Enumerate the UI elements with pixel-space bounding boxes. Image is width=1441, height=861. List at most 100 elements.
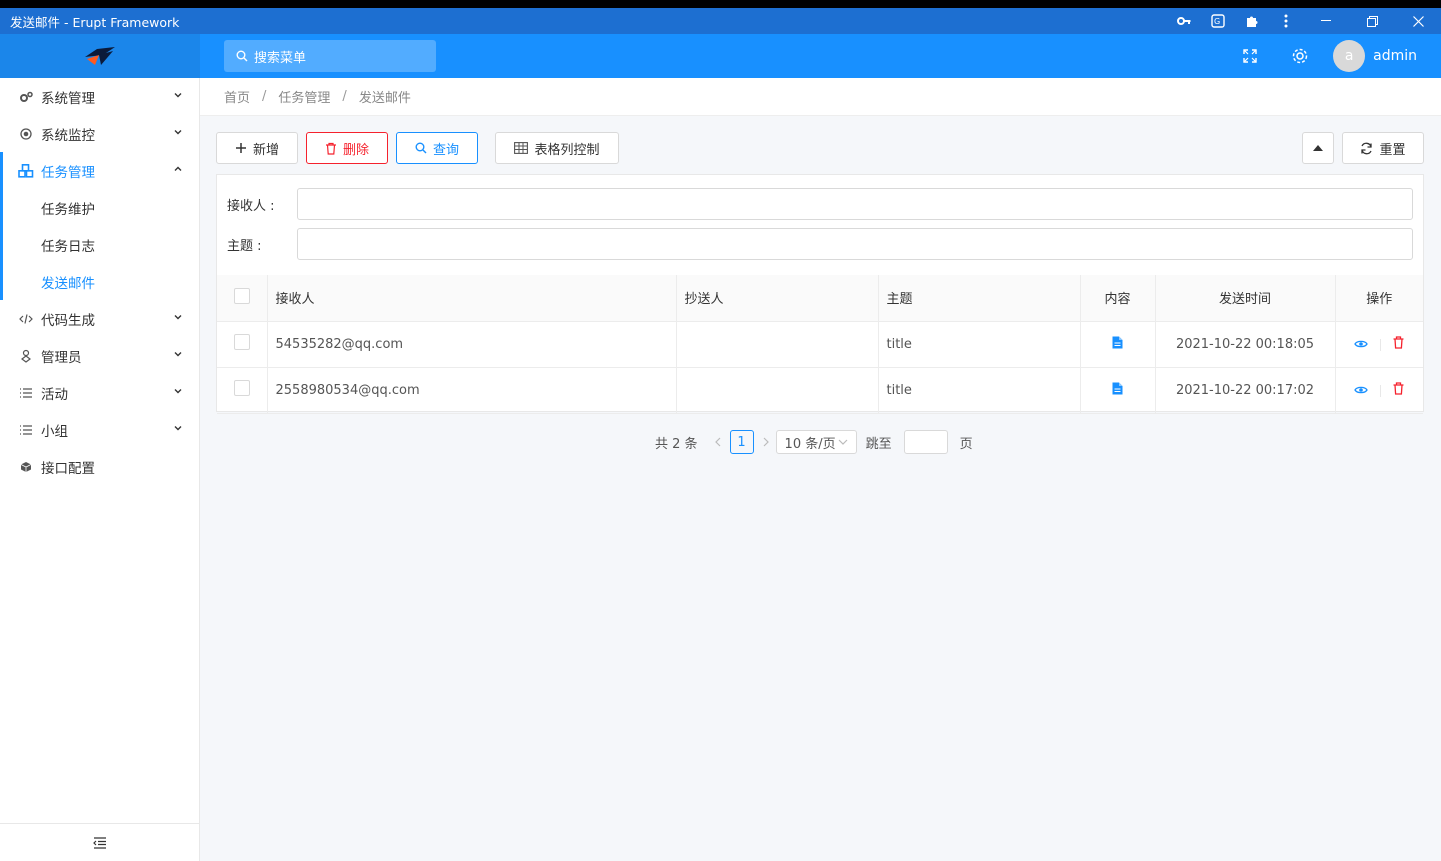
- reset-button[interactable]: 重置: [1342, 132, 1424, 164]
- column-header-content[interactable]: 内容: [1080, 275, 1156, 322]
- file-text-icon[interactable]: [1112, 336, 1123, 349]
- sidebar-item-codegen[interactable]: 代码生成: [0, 300, 199, 337]
- sidebar: 系统管理 系统监控 任务管理 任务维护 任务日志 发送邮件 代码生成 管理员 活…: [0, 78, 200, 861]
- row-select-cell: [217, 321, 268, 368]
- restore-icon[interactable]: [1349, 8, 1395, 34]
- toolbar: 新增 删除 查询 表格列控制 重置: [216, 132, 1424, 164]
- sidebar-item-label: 系统监控: [41, 127, 95, 144]
- username[interactable]: admin: [1373, 48, 1417, 64]
- breadcrumb-tasks[interactable]: 任务管理: [278, 87, 330, 106]
- file-text-icon[interactable]: [1112, 382, 1123, 395]
- column-header-cc[interactable]: 抄送人: [676, 275, 879, 322]
- column-header-send-time[interactable]: 发送时间: [1155, 275, 1336, 322]
- row-checkbox[interactable]: [233, 334, 250, 350]
- cubes-icon: [18, 163, 34, 178]
- trash-icon[interactable]: [1393, 335, 1404, 349]
- sidebar-subitem-task-log[interactable]: 任务日志: [0, 226, 199, 263]
- sidebar-item-label: 任务管理: [41, 164, 95, 181]
- avatar[interactable]: a: [1333, 40, 1366, 72]
- cell-send-time: 2021-10-22 00:17:02: [1155, 367, 1336, 414]
- sidebar-item-activity[interactable]: 活动: [0, 374, 199, 411]
- main-content: 首页 / 任务管理 / 发送邮件 新增 删除 查询 表格列控制 重置 接收人:…: [200, 78, 1441, 861]
- search-placeholder: 搜索菜单: [254, 50, 307, 66]
- collapse-search-button[interactable]: [1302, 132, 1334, 164]
- select-all-checkbox[interactable]: [233, 287, 250, 304]
- svg-text:G: G: [1214, 17, 1220, 26]
- eye-icon[interactable]: [1354, 339, 1368, 349]
- chevron-left-icon[interactable]: [714, 437, 722, 447]
- jump-page-input[interactable]: [903, 430, 948, 454]
- sidebar-item-system[interactable]: 系统管理: [0, 78, 199, 115]
- list-icon: [18, 387, 34, 399]
- chevron-down-icon: [838, 439, 848, 445]
- sidebar-item-tasks[interactable]: 任务管理: [0, 152, 199, 189]
- sidebar-collapse-button[interactable]: [0, 823, 199, 861]
- minimize-icon[interactable]: [1303, 8, 1349, 34]
- chevron-down-icon: [174, 315, 182, 320]
- breadcrumb: 首页 / 任务管理 / 发送邮件: [200, 78, 1441, 116]
- page-size-value: 10 条/页: [784, 436, 836, 452]
- chevron-right-icon[interactable]: [762, 437, 770, 447]
- row-checkbox[interactable]: [233, 380, 250, 396]
- query-button[interactable]: 查询: [396, 132, 478, 164]
- subject-filter-input[interactable]: [297, 228, 1413, 260]
- sidebar-item-api-config[interactable]: 接口配置: [0, 448, 199, 485]
- breadcrumb-home[interactable]: 首页: [224, 87, 250, 106]
- top-strip: [0, 0, 1441, 8]
- chevron-down-icon: [174, 426, 182, 431]
- action-divider: [1380, 339, 1382, 351]
- column-header-receiver[interactable]: 接收人: [267, 275, 677, 322]
- receiver-filter-input[interactable]: [297, 188, 1413, 220]
- add-button[interactable]: 新增: [216, 132, 298, 164]
- more-vert-icon[interactable]: [1269, 8, 1303, 34]
- add-button-label: 新增: [252, 142, 279, 158]
- monitor-icon: [18, 127, 34, 140]
- sidebar-item-admin[interactable]: 管理员: [0, 337, 199, 374]
- sidebar-item-label: 管理员: [41, 349, 82, 366]
- window-titlebar: 发送邮件 - Erupt Framework G: [0, 8, 1441, 34]
- delete-button[interactable]: 删除: [306, 132, 388, 164]
- key-icon[interactable]: [1167, 8, 1201, 34]
- data-table: 接收人 抄送人 主题 内容 发送时间 操作 54535282@qq.com ti…: [217, 275, 1423, 414]
- sidebar-item-group[interactable]: 小组: [0, 411, 199, 448]
- puzzle-icon[interactable]: [1235, 8, 1269, 34]
- logo[interactable]: [0, 34, 200, 78]
- sidebar-item-monitor[interactable]: 系统监控: [0, 115, 199, 152]
- receiver-filter-row: 接收人 :: [217, 188, 1425, 220]
- search-table-panel: 接收人 : 主题 : 接收人 抄送人 主题 内容 发送时间 操作 5453528…: [216, 174, 1425, 414]
- column-control-label: 表格列控制: [534, 142, 600, 158]
- close-icon[interactable]: [1395, 8, 1441, 34]
- cell-subject: title: [878, 321, 1081, 368]
- sidebar-item-label: 代码生成: [41, 312, 95, 329]
- breadcrumb-current: 发送邮件: [358, 91, 411, 106]
- column-control-button[interactable]: 表格列控制: [495, 132, 619, 164]
- settings-icon[interactable]: [1275, 34, 1325, 78]
- chevron-down-icon: [174, 352, 182, 357]
- chevron-down-icon: [174, 389, 182, 394]
- page-number-current[interactable]: 1: [729, 430, 754, 454]
- reset-button-label: 重置: [1379, 142, 1406, 158]
- translate-icon[interactable]: G: [1201, 8, 1235, 34]
- chevron-up-icon: [174, 166, 182, 171]
- trash-icon[interactable]: [1393, 381, 1404, 395]
- page-size-select[interactable]: 10 条/页: [775, 430, 857, 454]
- delete-button-label: 删除: [342, 142, 369, 158]
- row-select-cell: [217, 367, 268, 414]
- sidebar-item-label: 小组: [41, 423, 68, 440]
- pagination-total: 共 2 条: [655, 436, 698, 452]
- column-header-subject[interactable]: 主题: [878, 275, 1081, 322]
- cell-content: [1080, 367, 1156, 414]
- sidebar-subitem-send-mail[interactable]: 发送邮件: [0, 263, 199, 300]
- fullscreen-icon[interactable]: [1225, 34, 1275, 78]
- search-icon: [236, 50, 248, 62]
- eye-icon[interactable]: [1354, 385, 1368, 395]
- plus-icon: [235, 143, 246, 153]
- sidebar-subitem-task-maintain[interactable]: 任务维护: [0, 189, 199, 226]
- table-row: 2558980534@qq.com title 2021-10-22 00:17…: [217, 367, 1423, 414]
- cell-receiver: 2558980534@qq.com: [267, 367, 677, 414]
- cell-send-time: 2021-10-22 00:18:05: [1155, 321, 1336, 368]
- search-input[interactable]: 搜索菜单: [224, 40, 436, 72]
- sidebar-item-label: 活动: [41, 386, 68, 403]
- select-all-cell: [217, 275, 268, 322]
- subject-filter-label: 主题 :: [227, 238, 262, 254]
